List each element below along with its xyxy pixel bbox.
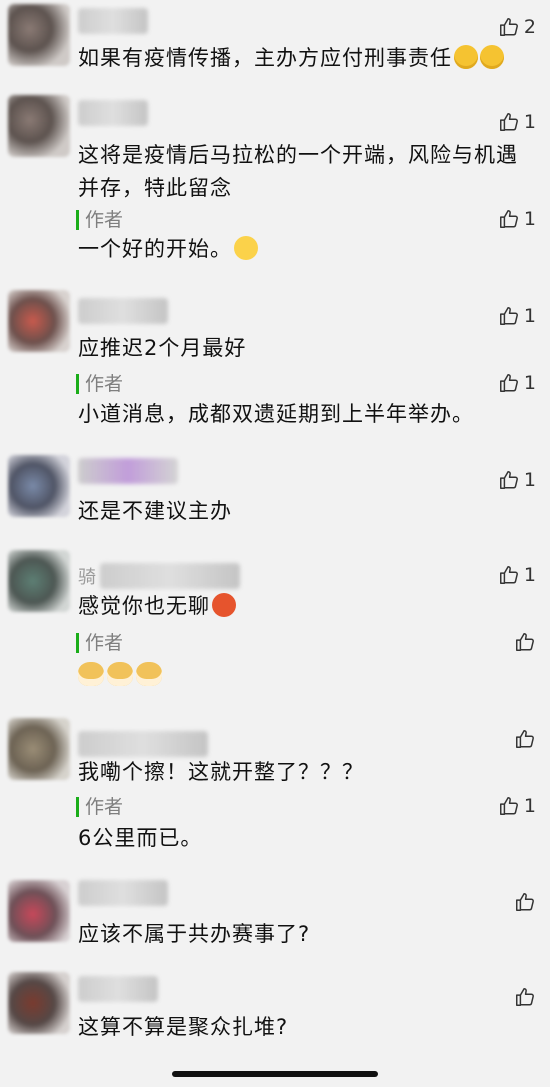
avatar[interactable] xyxy=(8,95,70,157)
comment-text: 应该不属于共办赛事了? xyxy=(78,922,311,946)
thumbs-up-icon xyxy=(514,728,536,750)
nickname-blurred xyxy=(78,8,148,34)
comment-text: 这将是疫情后马拉松的一个开端，风险与机遇并存，特此留念 xyxy=(78,143,518,200)
author-reply-label: 作者 xyxy=(76,633,123,653)
author-reply-label: 作者 xyxy=(76,210,123,230)
like-count: 2 xyxy=(523,16,536,38)
like-button[interactable] xyxy=(514,986,536,1008)
thumbs-up-icon xyxy=(498,469,520,491)
avatar[interactable] xyxy=(8,972,70,1034)
avatar[interactable] xyxy=(8,290,70,352)
thumbs-up-icon xyxy=(498,795,520,817)
avatar[interactable] xyxy=(8,4,70,66)
nickname: 骑 xyxy=(78,567,96,588)
like-button[interactable]: 1 xyxy=(498,469,536,491)
comment-text: 感觉你也无聊 xyxy=(78,590,530,623)
doge-emoji-icon xyxy=(78,662,104,686)
smirk-emoji-icon xyxy=(454,45,478,69)
reply-text: 小道消息，成都双遗延期到上半年举办。 xyxy=(78,402,474,426)
thumbs-up-icon xyxy=(498,111,520,133)
thumbs-up-icon xyxy=(514,631,536,653)
doge-emoji-icon xyxy=(107,662,133,686)
reply-emojis xyxy=(78,659,530,692)
reply-like-button[interactable]: 1 xyxy=(498,795,536,817)
comment-text: 还是不建议主办 xyxy=(78,499,232,523)
nickname-blurred xyxy=(78,298,168,324)
comment-text: 应推迟2个月最好 xyxy=(78,336,247,360)
smile-emoji-icon xyxy=(234,236,258,260)
reply-like-button[interactable]: 1 xyxy=(498,372,536,394)
author-reply-label: 作者 xyxy=(76,797,123,817)
reply-text: 一个好的开始。 xyxy=(78,233,530,266)
like-count: 1 xyxy=(523,469,536,491)
like-count: 1 xyxy=(523,795,536,817)
comment-text: 这算不算是聚众扎堆? xyxy=(78,1015,289,1039)
comment-text: 如果有疫情传播，主办方应付刑事责任 xyxy=(78,42,530,75)
nickname-blurred xyxy=(78,100,148,126)
reply-like-button[interactable]: 1 xyxy=(498,208,536,230)
nickname-blurred xyxy=(100,563,240,589)
like-count: 1 xyxy=(523,305,536,327)
avatar[interactable] xyxy=(8,880,70,942)
thumbs-up-icon xyxy=(514,986,536,1008)
nickname-blurred xyxy=(78,731,208,757)
reply-like-button[interactable] xyxy=(514,631,536,653)
comment-text: 我嘞个擦！这就开整了？？？ xyxy=(78,760,364,784)
avatar[interactable] xyxy=(8,718,70,780)
like-button[interactable]: 1 xyxy=(498,564,536,586)
avatar[interactable] xyxy=(8,455,70,517)
nickname-blurred xyxy=(78,976,158,1002)
like-count: 1 xyxy=(523,111,536,133)
thumbs-up-icon xyxy=(498,208,520,230)
thumbs-up-icon xyxy=(498,16,520,38)
thumbs-up-icon xyxy=(498,372,520,394)
like-count: 1 xyxy=(523,564,536,586)
like-button[interactable]: 1 xyxy=(498,305,536,327)
angry-emoji-icon xyxy=(212,593,236,617)
like-button[interactable]: 2 xyxy=(498,16,536,38)
like-button[interactable]: 1 xyxy=(498,111,536,133)
avatar[interactable] xyxy=(8,550,70,612)
like-button[interactable] xyxy=(514,728,536,750)
smirk-emoji-icon xyxy=(480,45,504,69)
thumbs-up-icon xyxy=(498,564,520,586)
like-count: 1 xyxy=(523,372,536,394)
thumbs-up-icon xyxy=(514,891,536,913)
thumbs-up-icon xyxy=(498,305,520,327)
like-button[interactable] xyxy=(514,891,536,913)
author-reply-label: 作者 xyxy=(76,374,123,394)
reply-text: 6公里而已。 xyxy=(78,826,203,850)
doge-emoji-icon xyxy=(136,662,162,686)
nickname-blurred xyxy=(78,880,168,906)
home-indicator[interactable] xyxy=(172,1071,378,1077)
like-count: 1 xyxy=(523,208,536,230)
nickname-blurred xyxy=(78,458,178,484)
